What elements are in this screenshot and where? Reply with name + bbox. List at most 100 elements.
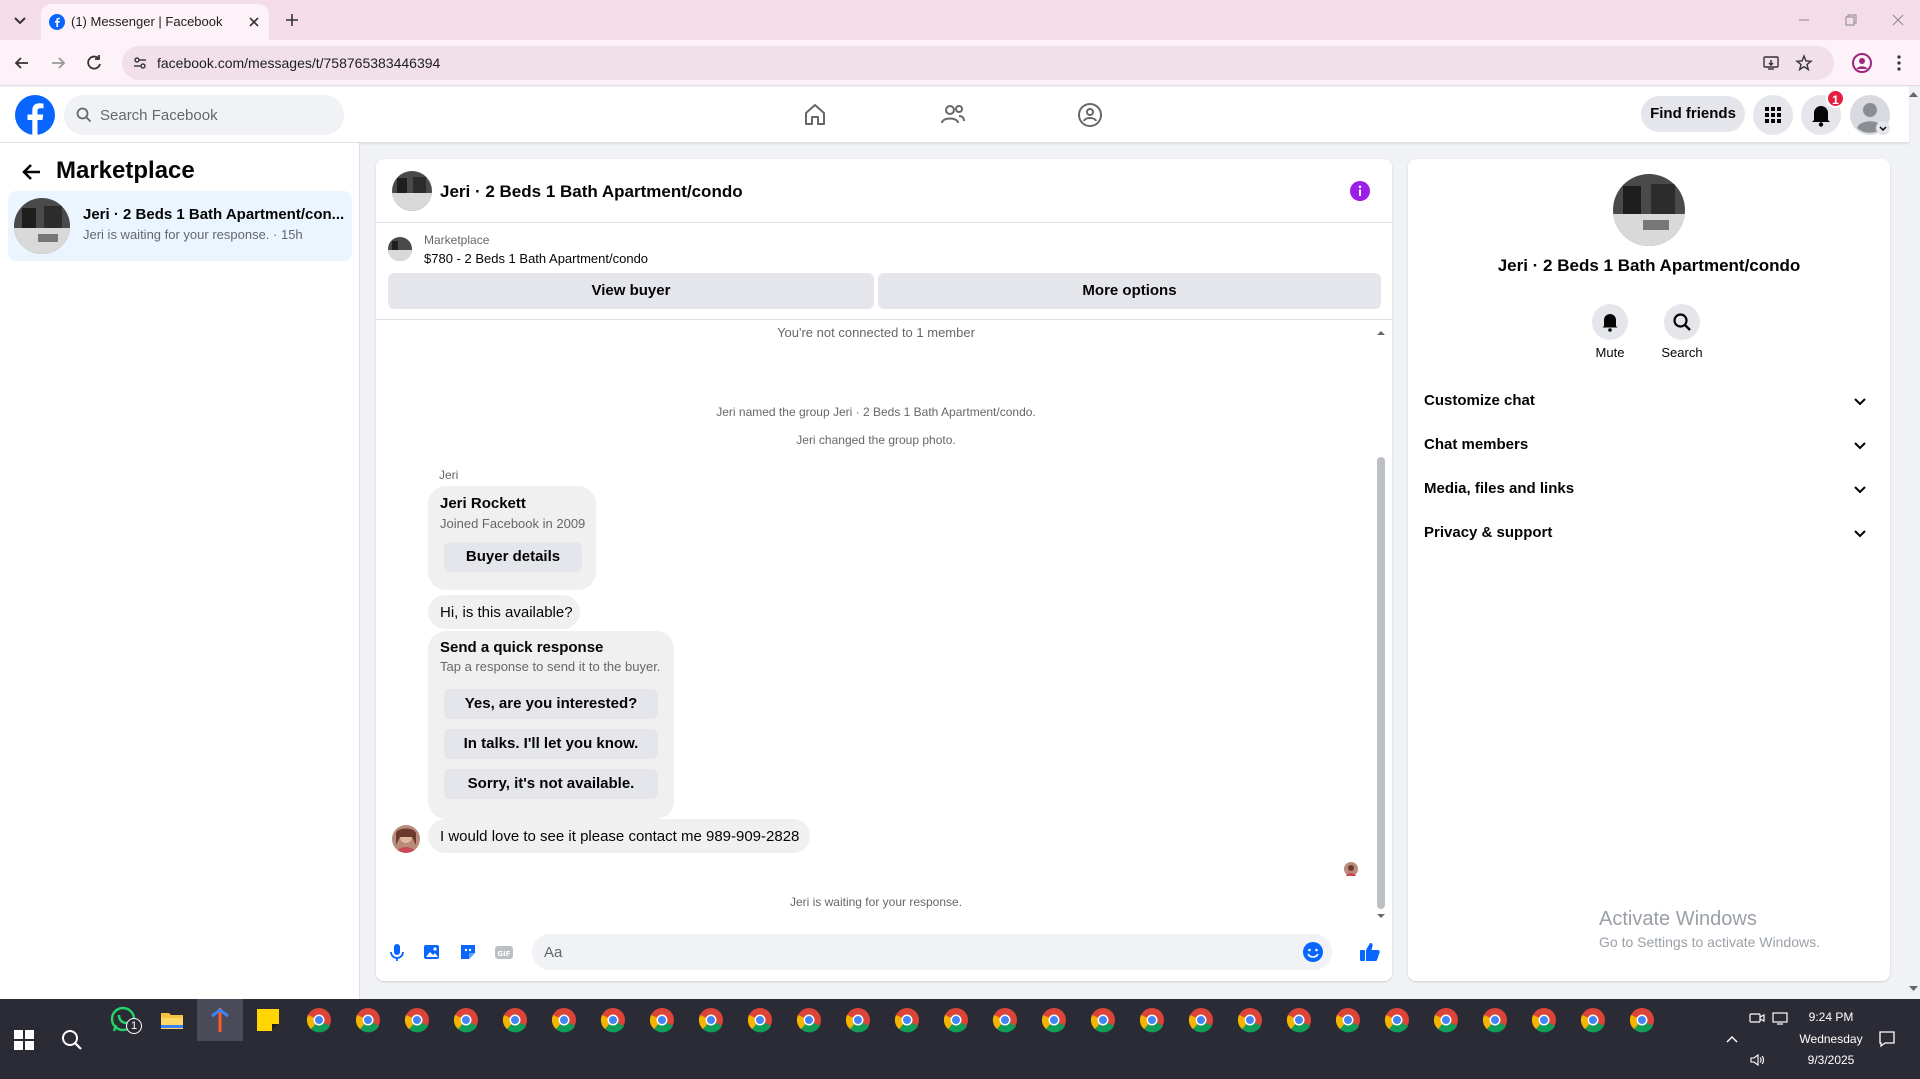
windows-start-icon[interactable] [12,1028,36,1052]
customize-chat-row[interactable]: Customize chat [1424,383,1874,419]
buyer-avatar[interactable] [392,825,420,853]
search-conversation-button[interactable] [1664,304,1700,340]
back-arrow-icon[interactable] [20,160,44,184]
clock-date[interactable]: 9/3/2025 [1799,1053,1863,1067]
info-group-photo[interactable] [1613,174,1685,246]
facebook-search-input[interactable]: Search Facebook [64,95,344,135]
bookmark-star-icon[interactable] [1795,54,1813,72]
file-explorer-icon[interactable] [158,1006,186,1034]
message-bubble[interactable]: Hi, is this available? [428,595,580,629]
conversation-info-icon[interactable] [1350,181,1370,201]
chrome-profile-icon[interactable] [1040,1006,1068,1034]
quick-response-not-available[interactable]: Sorry, it's not available. [444,769,658,799]
chrome-profile-icon[interactable] [746,1006,774,1034]
chrome-profile-icon[interactable] [991,1006,1019,1034]
chrome-profile-icon[interactable] [942,1006,970,1034]
meet-now-icon[interactable] [1749,1010,1765,1026]
close-tab-icon[interactable] [247,15,261,29]
chrome-profile-icon[interactable] [305,1006,333,1034]
chrome-profile-icon[interactable] [844,1006,872,1034]
reload-icon[interactable] [84,53,104,73]
quick-response-yes[interactable]: Yes, are you interested? [444,689,658,719]
listing-summary[interactable]: $780 - 2 Beds 1 Bath Apartment/condo [424,251,648,266]
chrome-profile-icon[interactable] [1383,1006,1411,1034]
install-app-icon[interactable] [1762,54,1780,72]
new-tab-icon[interactable] [283,11,301,29]
mute-button[interactable] [1592,304,1628,340]
friends-icon[interactable] [933,95,973,135]
close-window-icon[interactable] [1890,12,1906,28]
restore-window-icon[interactable] [1843,12,1859,28]
privacy-support-row[interactable]: Privacy & support [1424,515,1874,551]
chrome-profile-icon[interactable] [1187,1006,1215,1034]
chrome-profile-icon[interactable] [1628,1006,1656,1034]
chrome-profile-icon[interactable] [403,1006,431,1034]
chrome-profile-icon[interactable] [599,1006,627,1034]
sticker-icon[interactable] [457,941,479,963]
conversation-list-item[interactable]: Jeri · 2 Beds 1 Bath Apartment/con... Je… [8,191,352,261]
more-options-button[interactable]: More options [878,273,1381,309]
buyer-details-button[interactable]: Buyer details [444,542,582,572]
clock-time[interactable]: 9:24 PM [1799,1010,1863,1024]
volume-icon[interactable] [1749,1052,1765,1068]
site-info-icon[interactable] [132,55,148,71]
listing-thumbnail[interactable] [388,237,412,261]
thumbs-up-icon[interactable] [1358,940,1382,964]
profile-icon[interactable] [1851,52,1873,74]
forward-icon[interactable] [48,53,68,73]
app-icon[interactable] [206,1006,234,1034]
page-scroll-down-icon[interactable] [1909,984,1918,993]
tab-search-button[interactable] [8,8,32,32]
scroll-down-icon[interactable] [1377,912,1385,920]
sticky-notes-icon[interactable] [254,1006,282,1034]
microphone-icon[interactable] [386,941,408,963]
emoji-icon[interactable] [1302,941,1324,963]
notification-center-icon[interactable] [1878,1030,1896,1048]
back-icon[interactable] [12,53,32,73]
chrome-profile-icon[interactable] [697,1006,725,1034]
chrome-profile-icon[interactable] [795,1006,823,1034]
photo-icon[interactable] [421,941,443,963]
chat-scrollbar[interactable] [1375,329,1387,929]
browser-tab[interactable]: (1) Messenger | Facebook [41,4,269,40]
chrome-profile-icon[interactable] [1089,1006,1117,1034]
chrome-profile-icon[interactable] [648,1006,676,1034]
chrome-profile-icon[interactable] [1334,1006,1362,1034]
chrome-profile-icon[interactable] [550,1006,578,1034]
chrome-profile-icon[interactable] [1285,1006,1313,1034]
show-hidden-icons-chevron-icon[interactable] [1724,1031,1740,1047]
chrome-profile-icon[interactable] [1138,1006,1166,1034]
message-input[interactable]: Aa [532,934,1332,970]
chrome-profile-icon[interactable] [1236,1006,1264,1034]
find-friends-button[interactable]: Find friends [1641,96,1745,132]
groups-icon[interactable] [1070,95,1110,135]
chrome-profile-icon[interactable] [1530,1006,1558,1034]
scroll-up-icon[interactable] [1377,329,1385,337]
browser-menu-icon[interactable] [1889,53,1909,73]
chrome-profile-icon[interactable] [501,1006,529,1034]
menu-grid-button[interactable] [1753,95,1793,135]
chat-members-row[interactable]: Chat members [1424,427,1874,463]
quick-response-in-talks[interactable]: In talks. I'll let you know. [444,729,658,759]
minimize-window-icon[interactable] [1796,12,1812,28]
chrome-profile-icon[interactable] [354,1006,382,1034]
page-scroll-up-icon[interactable] [1909,90,1918,99]
chrome-profile-icon[interactable] [1579,1006,1607,1034]
media-files-links-row[interactable]: Media, files and links [1424,471,1874,507]
network-icon[interactable] [1772,1010,1788,1026]
chrome-profile-icon[interactable] [1481,1006,1509,1034]
scroll-thumb[interactable] [1377,457,1385,909]
chat-group-photo[interactable] [392,171,432,211]
gif-icon[interactable]: GIF [493,941,515,963]
clock-day[interactable]: Wednesday [1791,1032,1871,1046]
chrome-profile-icon[interactable] [452,1006,480,1034]
facebook-logo-icon[interactable] [15,95,55,135]
view-buyer-button[interactable]: View buyer [388,273,874,309]
chrome-profile-icon[interactable] [893,1006,921,1034]
chrome-profile-icon[interactable] [1432,1006,1460,1034]
account-chevron-icon[interactable] [1876,121,1890,135]
message-bubble[interactable]: I would love to see it please contact me… [428,819,810,853]
home-icon[interactable] [795,95,835,135]
taskbar-search-icon[interactable] [60,1028,84,1052]
address-bar[interactable]: facebook.com/messages/t/758765383446394 [122,46,1834,80]
